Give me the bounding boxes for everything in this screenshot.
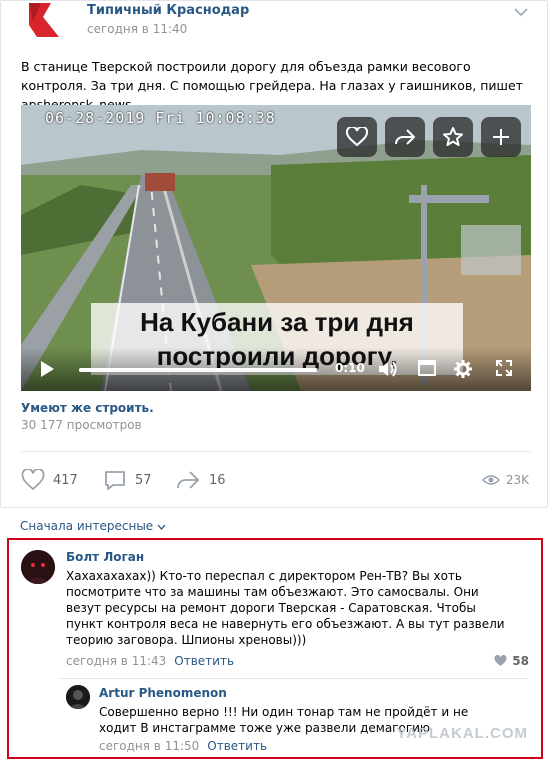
avatar[interactable] (21, 550, 55, 584)
chevron-down-icon (157, 524, 166, 530)
comment-meta: сегодня в 11:43 Ответить (66, 654, 234, 668)
comment-time[interactable]: сегодня в 11:50 (99, 739, 199, 753)
video-player[interactable]: 06-28-2019 Fri 10:08:38 На Кубани за три… (21, 105, 531, 391)
group-name-link[interactable]: Типичный Краснодар (87, 3, 249, 18)
share-button[interactable]: 16 (175, 469, 226, 491)
heart-icon[interactable] (337, 117, 377, 157)
plus-icon[interactable] (481, 117, 521, 157)
heart-icon (21, 469, 45, 491)
video-views: 30 177 просмотров (21, 418, 142, 432)
comment-author-link[interactable]: Artur Phenomenon (99, 686, 227, 700)
progress-fill (79, 368, 317, 372)
settings-icon[interactable] (453, 359, 473, 379)
comment-time[interactable]: сегодня в 11:43 (66, 654, 166, 668)
volume-icon[interactable] (377, 359, 399, 379)
avatar[interactable] (66, 685, 90, 709)
like-count: 417 (53, 472, 78, 488)
views-count: 23K (505, 473, 529, 487)
like-button[interactable]: 417 (21, 469, 78, 491)
progress-bar[interactable] (79, 368, 319, 372)
miniplayer-icon[interactable] (417, 359, 437, 377)
comment-text: Хахахахахах)) Кто-то переспал с директор… (66, 569, 505, 647)
video-overlay-actions (337, 117, 521, 157)
post-views: 23K (481, 473, 529, 487)
video-timestamp: 06-28-2019 Fri 10:08:38 (45, 109, 276, 127)
star-icon[interactable] (433, 117, 473, 157)
share-icon[interactable] (385, 117, 425, 157)
chevron-down-icon[interactable] (513, 7, 529, 17)
divider (21, 451, 531, 452)
comment-button[interactable]: 57 (103, 469, 152, 491)
eye-icon (481, 475, 500, 485)
post-time[interactable]: сегодня в 11:40 (87, 22, 187, 36)
comment-like-count: 58 (512, 654, 529, 668)
video-controls: 0:10 (21, 347, 531, 391)
comment-meta: сегодня в 11:50 Ответить (99, 739, 267, 753)
comment-author-link[interactable]: Болт Логан (66, 550, 144, 564)
fullscreen-icon[interactable] (495, 359, 513, 377)
group-logo[interactable] (21, 1, 65, 41)
comments-sort-dropdown[interactable]: Сначала интересные (20, 519, 166, 533)
post-card: Типичный Краснодар сегодня в 11:40 В ста… (0, 0, 548, 508)
video-title-link[interactable]: Умеют же строить. (21, 401, 154, 415)
divider (58, 678, 528, 679)
reply-button[interactable]: Ответить (207, 739, 267, 753)
comments-sort-label: Сначала интересные (20, 519, 154, 533)
share-icon (177, 471, 200, 489)
reply-button[interactable]: Ответить (174, 654, 234, 668)
heart-icon (494, 655, 507, 666)
comment-count: 57 (135, 472, 152, 488)
video-duration: 0:10 (335, 361, 365, 375)
comment-like-button[interactable]: 58 (494, 654, 529, 668)
comment-icon (105, 471, 125, 490)
watermark: YAPLAKAL.COM (396, 725, 528, 742)
share-count: 16 (209, 472, 226, 488)
play-icon[interactable] (39, 360, 55, 378)
